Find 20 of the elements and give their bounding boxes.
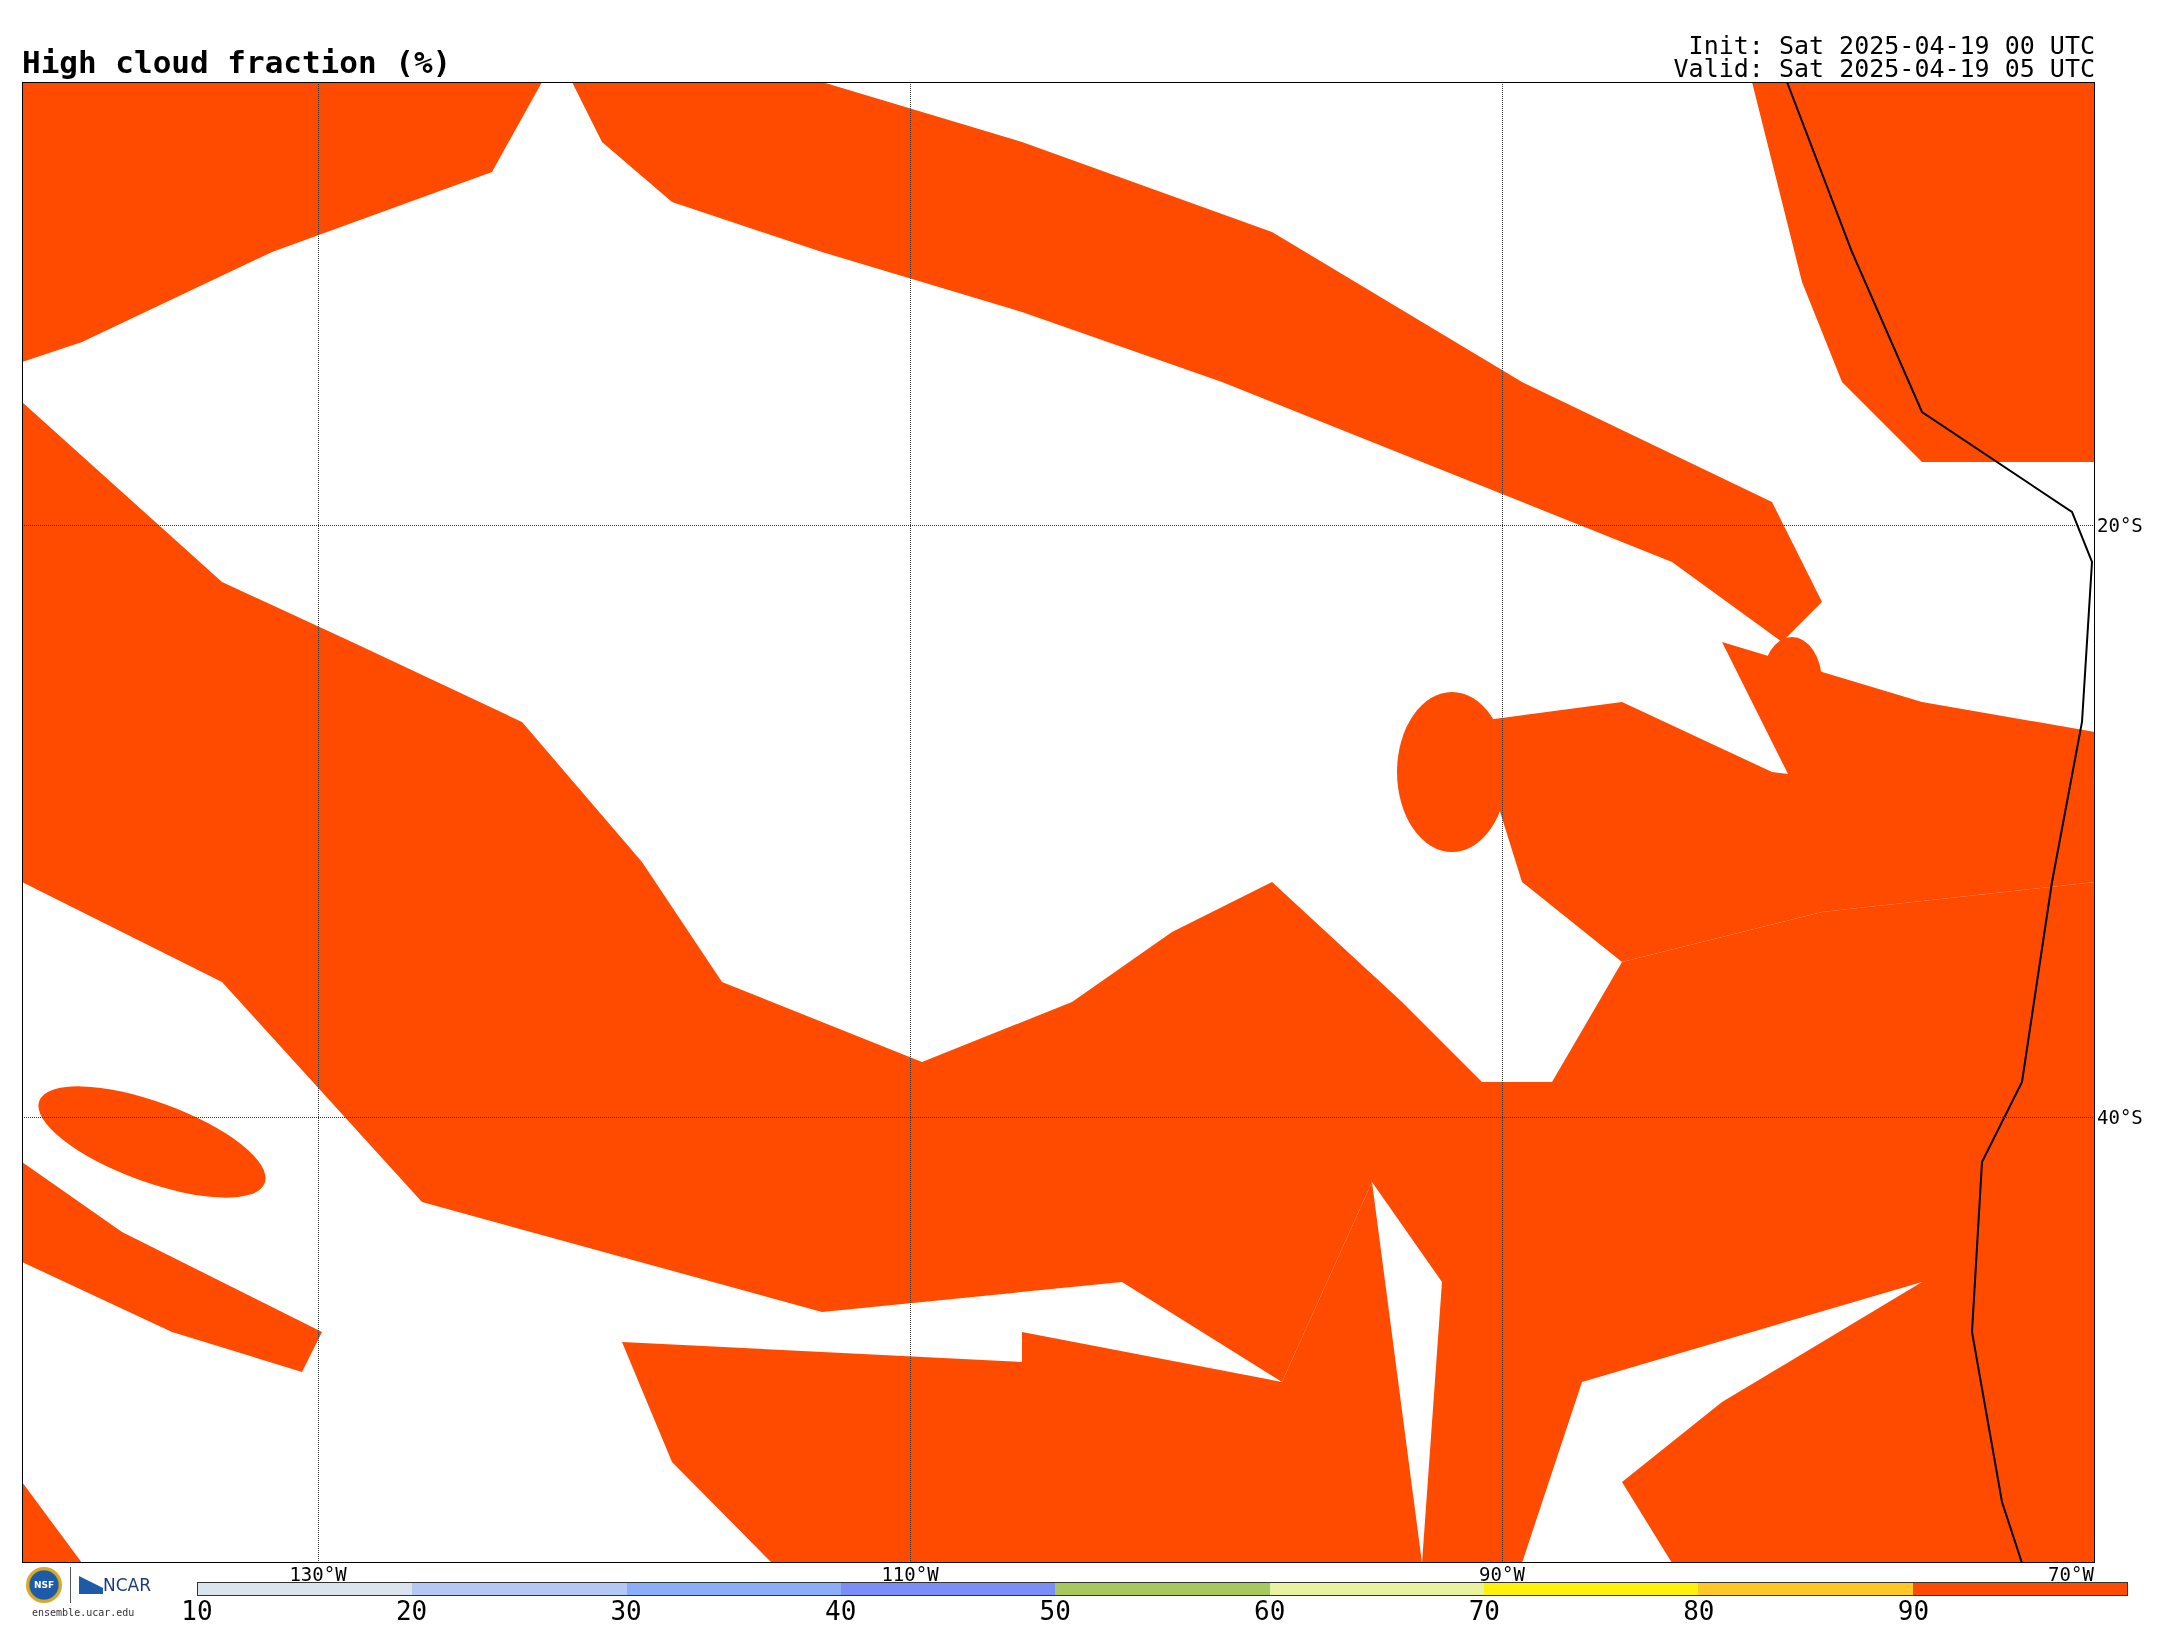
valid-time: Valid: Sat 2025-04-19 05 UTC [1673,57,2095,80]
colorbar-tick-label: 70 [1468,1596,1500,1626]
colorbar-tick-label: 40 [825,1596,857,1626]
colorbar-tick-label: 50 [1039,1596,1071,1626]
chart-title: High cloud fraction (%) [22,44,452,80]
longitude-label: 110°W [881,1564,939,1584]
longitude-label: 90°W [1479,1564,1525,1584]
colorbar-tick-label: 10 [181,1596,213,1626]
colorbar-tick-label: 90 [1897,1596,1930,1626]
latitude-label: 20°S [2097,515,2143,535]
init-time: Init: Sat 2025-04-19 00 UTC [1688,34,2095,57]
colorbar-tick-label: 30 [610,1596,642,1626]
colorbar-tick-label: 60 [1254,1596,1286,1626]
colorbar-tick-label: 20 [395,1596,428,1626]
longitude-label: 130°W [289,1564,347,1584]
latitude-label: 40°S [2097,1107,2143,1127]
colorbar-tick-label: 80 [1683,1596,1715,1626]
longitude-label: 70°W [2048,1564,2094,1584]
ncar-logo: NCAR [79,1576,152,1594]
seal-logo: NSF [26,1567,62,1603]
